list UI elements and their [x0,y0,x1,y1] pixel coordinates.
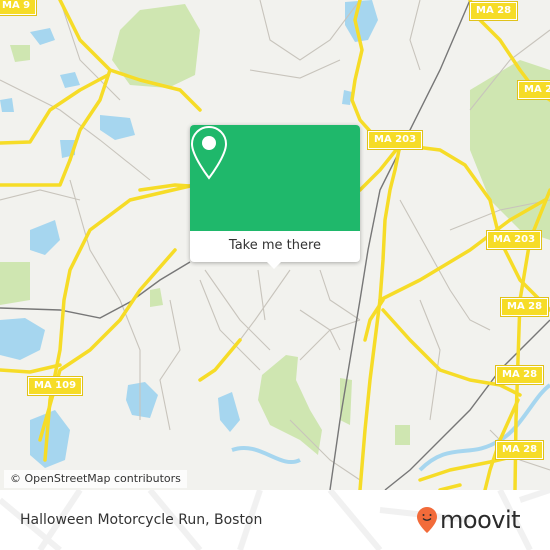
lake [30,28,55,45]
brand-name: moovit [440,506,521,534]
road [319,269,361,321]
highway [378,198,547,302]
popup-header [190,125,360,231]
moovit-smile-pin-icon [417,507,437,533]
park-area [10,45,30,62]
lake [30,220,60,255]
route-shield: MA 28 [494,440,545,460]
route-shield: MA 203 [485,230,543,250]
map-attribution[interactable]: © OpenStreetMap contributors [4,470,187,488]
park-area [150,288,163,307]
road [0,189,81,201]
rail-line [384,319,550,490]
event-title: Halloween Motorcycle Run, Boston [20,512,263,528]
park-area [258,355,322,455]
park-area [395,425,410,445]
map-view[interactable]: MA 9 MA 28 MA 203 MA 28 MA 203 MA 28 MA … [0,0,550,490]
highway [358,143,402,490]
take-me-there-button[interactable]: Take me there [190,231,360,262]
road [249,59,341,79]
road [257,269,266,321]
lake [0,318,45,360]
lake [342,90,352,105]
stream [231,446,301,464]
lake [100,115,135,140]
lake [126,382,158,418]
highway [0,158,72,187]
highway [0,363,62,374]
route-shield: MA 28 [516,80,550,100]
road [204,269,271,351]
location-pin-icon [190,125,228,180]
route-shield: MA 28 [494,365,545,385]
lake [0,98,14,112]
park-area [0,262,30,305]
lake [218,392,240,432]
lake [345,0,378,42]
road [409,0,421,71]
route-shield: MA 203 [366,130,424,150]
footer-bar: Halloween Motorcycle Run, Boston moovit [0,490,550,550]
route-shield: MA 28 [499,297,550,317]
highway [0,73,110,145]
popup-pointer [266,261,282,269]
road [159,299,181,431]
moovit-map-card: MA 9 MA 28 MA 203 MA 28 MA 203 MA 28 MA … [0,0,550,550]
highway [198,338,242,382]
road [239,269,291,341]
lake [60,72,80,88]
road [299,309,341,351]
route-shield: MA 9 [0,0,38,16]
location-popup: Take me there [190,125,360,269]
route-shield: MA 109 [26,376,84,396]
route-shield: MA 28 [468,1,519,21]
